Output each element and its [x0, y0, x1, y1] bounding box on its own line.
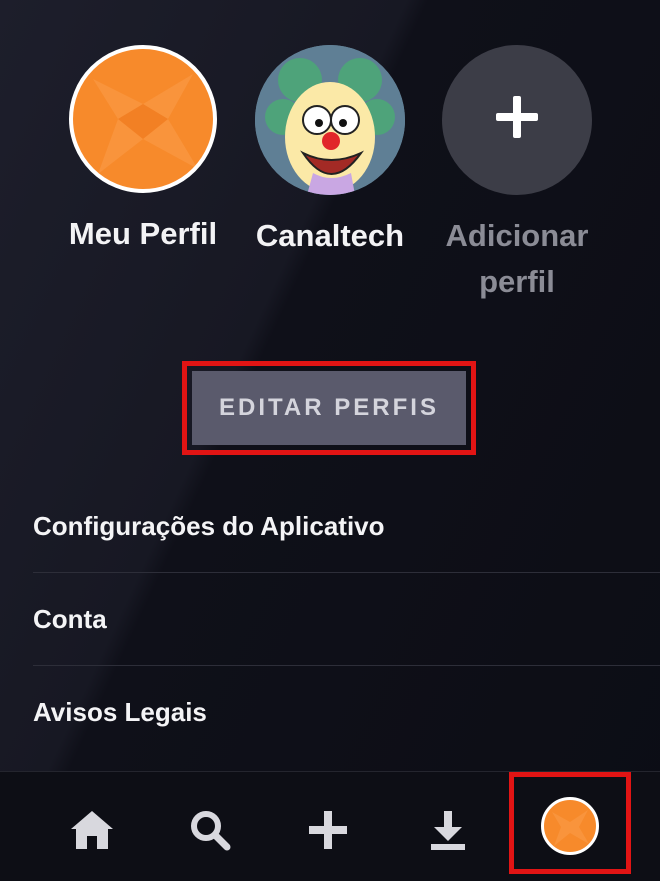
profile-name: Meu Perfil	[68, 216, 218, 251]
menu-item-legal[interactable]: Avisos Legais	[33, 666, 660, 758]
bottom-tab-bar	[0, 771, 660, 881]
home-icon[interactable]	[62, 800, 122, 860]
profile-name: Canaltech	[255, 218, 405, 253]
krusty-clown-avatar[interactable]	[255, 45, 405, 195]
plus-icon[interactable]	[298, 800, 358, 860]
plus-icon	[494, 89, 540, 151]
settings-menu: Configurações do Aplicativo Conta Avisos…	[33, 480, 660, 758]
search-icon[interactable]	[180, 800, 240, 860]
menu-item-app-settings[interactable]: Configurações do Aplicativo	[33, 480, 660, 573]
profile-canaltech[interactable]: Canaltech	[240, 40, 420, 259]
profile-avatar[interactable]	[538, 794, 602, 858]
profile-name: Adicionar perfil	[445, 218, 589, 299]
menu-item-account[interactable]: Conta	[33, 573, 660, 666]
profile-selector: Meu Perfil Canaltech Adicionar perfil	[0, 40, 660, 300]
profile-meu-perfil[interactable]: Meu Perfil	[53, 40, 233, 257]
orange-star-avatar[interactable]	[69, 45, 217, 193]
orange-star-avatar	[541, 797, 599, 855]
edit-profiles-button[interactable]: EDITAR PERFIS	[192, 371, 466, 445]
download-icon[interactable]	[418, 800, 478, 860]
profile-add[interactable]: Adicionar perfil	[427, 40, 607, 305]
add-profile-button[interactable]	[442, 45, 592, 195]
